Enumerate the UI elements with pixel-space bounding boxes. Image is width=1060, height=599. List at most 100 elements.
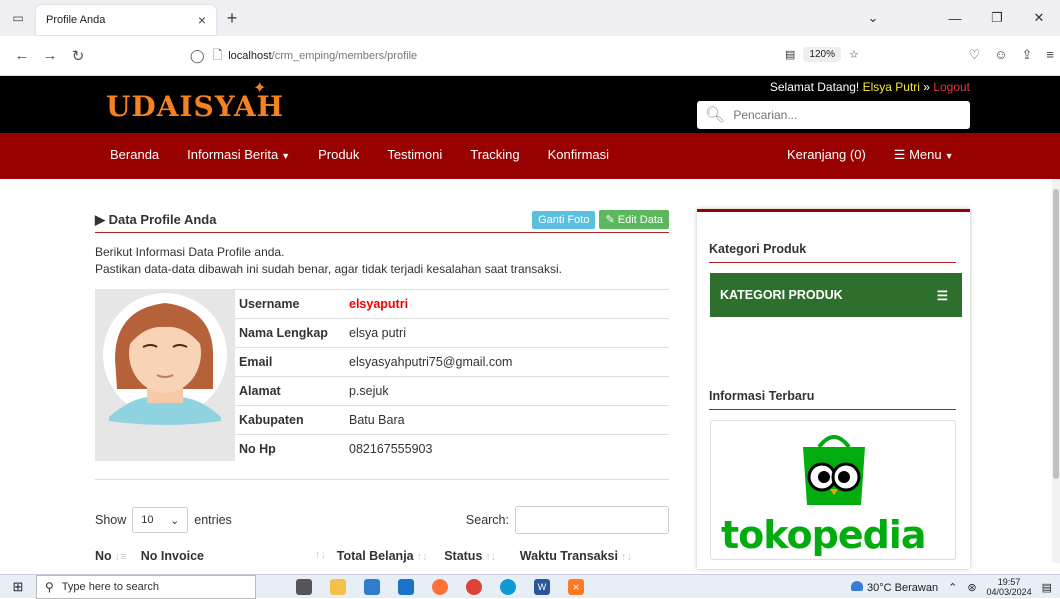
search-icon: ⚲ (45, 579, 54, 594)
url-path: /crm_emping/members/profile (271, 50, 418, 62)
clock[interactable]: 19:57 04/03/2024 (987, 577, 1032, 597)
url-bar[interactable]: ◯ 🗋 localhost /crm_emping/members/profil… (190, 42, 830, 70)
back-icon[interactable]: ← (8, 47, 36, 64)
table-row: Nama Lengkap elsya putri (235, 318, 669, 348)
nav-keranjang[interactable]: Keranjang (0) (787, 147, 866, 163)
profile-heading-text: Data Profile Anda (108, 211, 217, 227)
notification-icon[interactable]: ▤ (1042, 581, 1052, 594)
taskbar-search[interactable]: ⚲ Type here to search (36, 574, 256, 599)
sort-icon: ↑↓ (485, 551, 497, 563)
word-icon[interactable]: W (534, 578, 550, 595)
windows-taskbar: ⊞ ⚲ Type here to search W ⨯ 30°C Berawan… (0, 574, 1060, 599)
column-no[interactable]: No ↓≡ (95, 549, 141, 563)
intro-line-1: Berikut Informasi Data Profile anda. (95, 245, 285, 259)
column-total-belanja[interactable]: Total Belanja ↑↓ (337, 549, 444, 563)
list-icon: ☰ (936, 288, 948, 303)
edge-icon[interactable] (500, 578, 516, 595)
minimize-icon[interactable]: — (934, 11, 976, 26)
table-header: No ↓≡ No Invoice ↑↓ Total Belanja ↑↓ Statu… (95, 549, 669, 563)
site-header: UDAISYAH ✦ Selamat Datang! Elsya Putri »… (0, 76, 1060, 133)
tab-close-icon[interactable]: × (198, 12, 206, 28)
xampp-icon[interactable]: ⨯ (568, 578, 584, 595)
column-label: Status (444, 549, 483, 563)
table-row: Email elsyasyahputri75@gmail.com (235, 347, 669, 377)
column-no-invoice[interactable]: No Invoice (141, 549, 312, 563)
account-icon[interactable]: ☺ (994, 47, 1007, 63)
main-content: ▶ Data Profile Anda Ganti Foto ✎ Edit Da… (0, 179, 1060, 569)
profile-heading-bar: ▶ Data Profile Anda Ganti Foto ✎ Edit Da… (95, 207, 669, 233)
field-value: elsyaputri (345, 289, 669, 319)
browser-tabbar: ▭ Profile Anda × + ⌄ — ❐ ✕ (0, 0, 1060, 36)
edit-data-button[interactable]: ✎ Edit Data (599, 210, 669, 229)
pocket-icon[interactable]: ♡ (969, 47, 981, 63)
table-row: Alamat p.sejuk (235, 376, 669, 406)
search-input[interactable] (733, 108, 954, 122)
logout-link[interactable]: Logout (933, 80, 970, 94)
store-icon[interactable] (364, 578, 380, 595)
nav-menu-label: Menu (909, 147, 942, 162)
weather-cloud-icon (851, 580, 864, 591)
nav-konfirmasi[interactable]: Konfirmasi (548, 147, 609, 162)
entries-select[interactable]: 10 ⌄ (132, 507, 189, 533)
mail-icon[interactable] (398, 578, 414, 595)
field-value: elsyasyahputri75@gmail.com (345, 347, 669, 377)
kategori-produk-toggle[interactable]: KATEGORI PRODUK ☰ (710, 273, 962, 317)
table-row: No Hp 082167555903 (235, 434, 669, 464)
window-controls: ⌄ — ❐ ✕ (852, 0, 1060, 36)
column-waktu-transaksi[interactable]: Waktu Transaksi ↑↓ (520, 549, 669, 563)
main-navigation: Beranda Informasi Berita ▼ Produk Testimo… (0, 133, 1060, 179)
scrollbar-thumb[interactable] (1053, 189, 1059, 479)
tab-list-icon[interactable]: ▭ (0, 0, 36, 36)
reload-icon[interactable]: ↻ (64, 47, 92, 65)
chrome-icon[interactable] (466, 578, 482, 595)
edit-data-label: Edit Data (617, 214, 663, 226)
shield-icon: ◯ (190, 48, 205, 63)
nav-menu[interactable]: ☰ Menu ▼ (894, 147, 954, 163)
field-label: No Hp (235, 434, 345, 464)
column-label: No Invoice (140, 549, 204, 563)
ganti-foto-button[interactable]: Ganti Foto (532, 210, 596, 229)
network-icon[interactable]: ⊛ (967, 581, 976, 594)
task-view-icon[interactable] (296, 578, 312, 595)
new-tab-button[interactable]: + (216, 8, 248, 29)
search-label: Search: (465, 513, 509, 527)
weather-text: 30°C Berawan (867, 581, 939, 594)
nav-produk[interactable]: Produk (318, 147, 359, 162)
nav-testimoni[interactable]: Testimoni (387, 147, 442, 162)
browser-tab[interactable]: Profile Anda × (36, 5, 216, 35)
hamburger-menu-icon[interactable]: ≡ (1046, 47, 1054, 63)
file-explorer-icon[interactable] (330, 578, 346, 595)
close-window-icon[interactable]: ✕ (1018, 10, 1060, 26)
forward-icon[interactable]: → (36, 47, 64, 64)
restore-icon[interactable]: ❐ (976, 10, 1018, 26)
nav-tracking[interactable]: Tracking (470, 147, 519, 162)
list-icon: ☰ (893, 147, 910, 162)
table-search-input[interactable] (515, 506, 669, 534)
reader-view-icon[interactable]: ▤ (785, 48, 795, 61)
extensions-icon[interactable]: ⇪ (1022, 47, 1033, 63)
tokopedia-banner[interactable]: tokopedia (710, 420, 956, 560)
sort-icon: ↑↓ (314, 549, 326, 561)
search-icon: 🔍︎ (705, 107, 726, 124)
page-scrollbar[interactable] (1052, 179, 1060, 563)
firefox-icon[interactable] (432, 578, 448, 595)
weather-widget[interactable]: 30°C Berawan (851, 580, 939, 594)
windows-start-icon[interactable]: ⊞ (0, 579, 36, 595)
column-status[interactable]: Status ↑↓ (444, 549, 520, 563)
table-row: Username elsyaputri (235, 289, 669, 319)
caret-down-icon: ▼ (281, 151, 291, 161)
chevron-down-icon[interactable]: ⌄ (852, 10, 894, 26)
site-search: 🔍︎ (697, 101, 970, 129)
system-tray: 30°C Berawan ⌃ ⊛ 19:57 04/03/2024 ▤ (851, 575, 1052, 599)
nav-informasi-berita[interactable]: Informasi Berita ▼ (187, 147, 290, 162)
column-label: Waktu Transaksi (519, 549, 618, 563)
nav-beranda[interactable]: Beranda (110, 147, 159, 162)
avatar-illustration (103, 293, 227, 425)
profile-heading: ▶ Data Profile Anda (95, 212, 532, 228)
divider (95, 479, 669, 480)
zoom-badge[interactable]: 120% (803, 47, 841, 62)
page-icon: 🗋 (212, 47, 223, 62)
bookmark-star-icon[interactable]: ☆ (849, 48, 859, 61)
tray-chevron-icon[interactable]: ⌃ (948, 581, 957, 594)
url-host: localhost (228, 50, 272, 62)
